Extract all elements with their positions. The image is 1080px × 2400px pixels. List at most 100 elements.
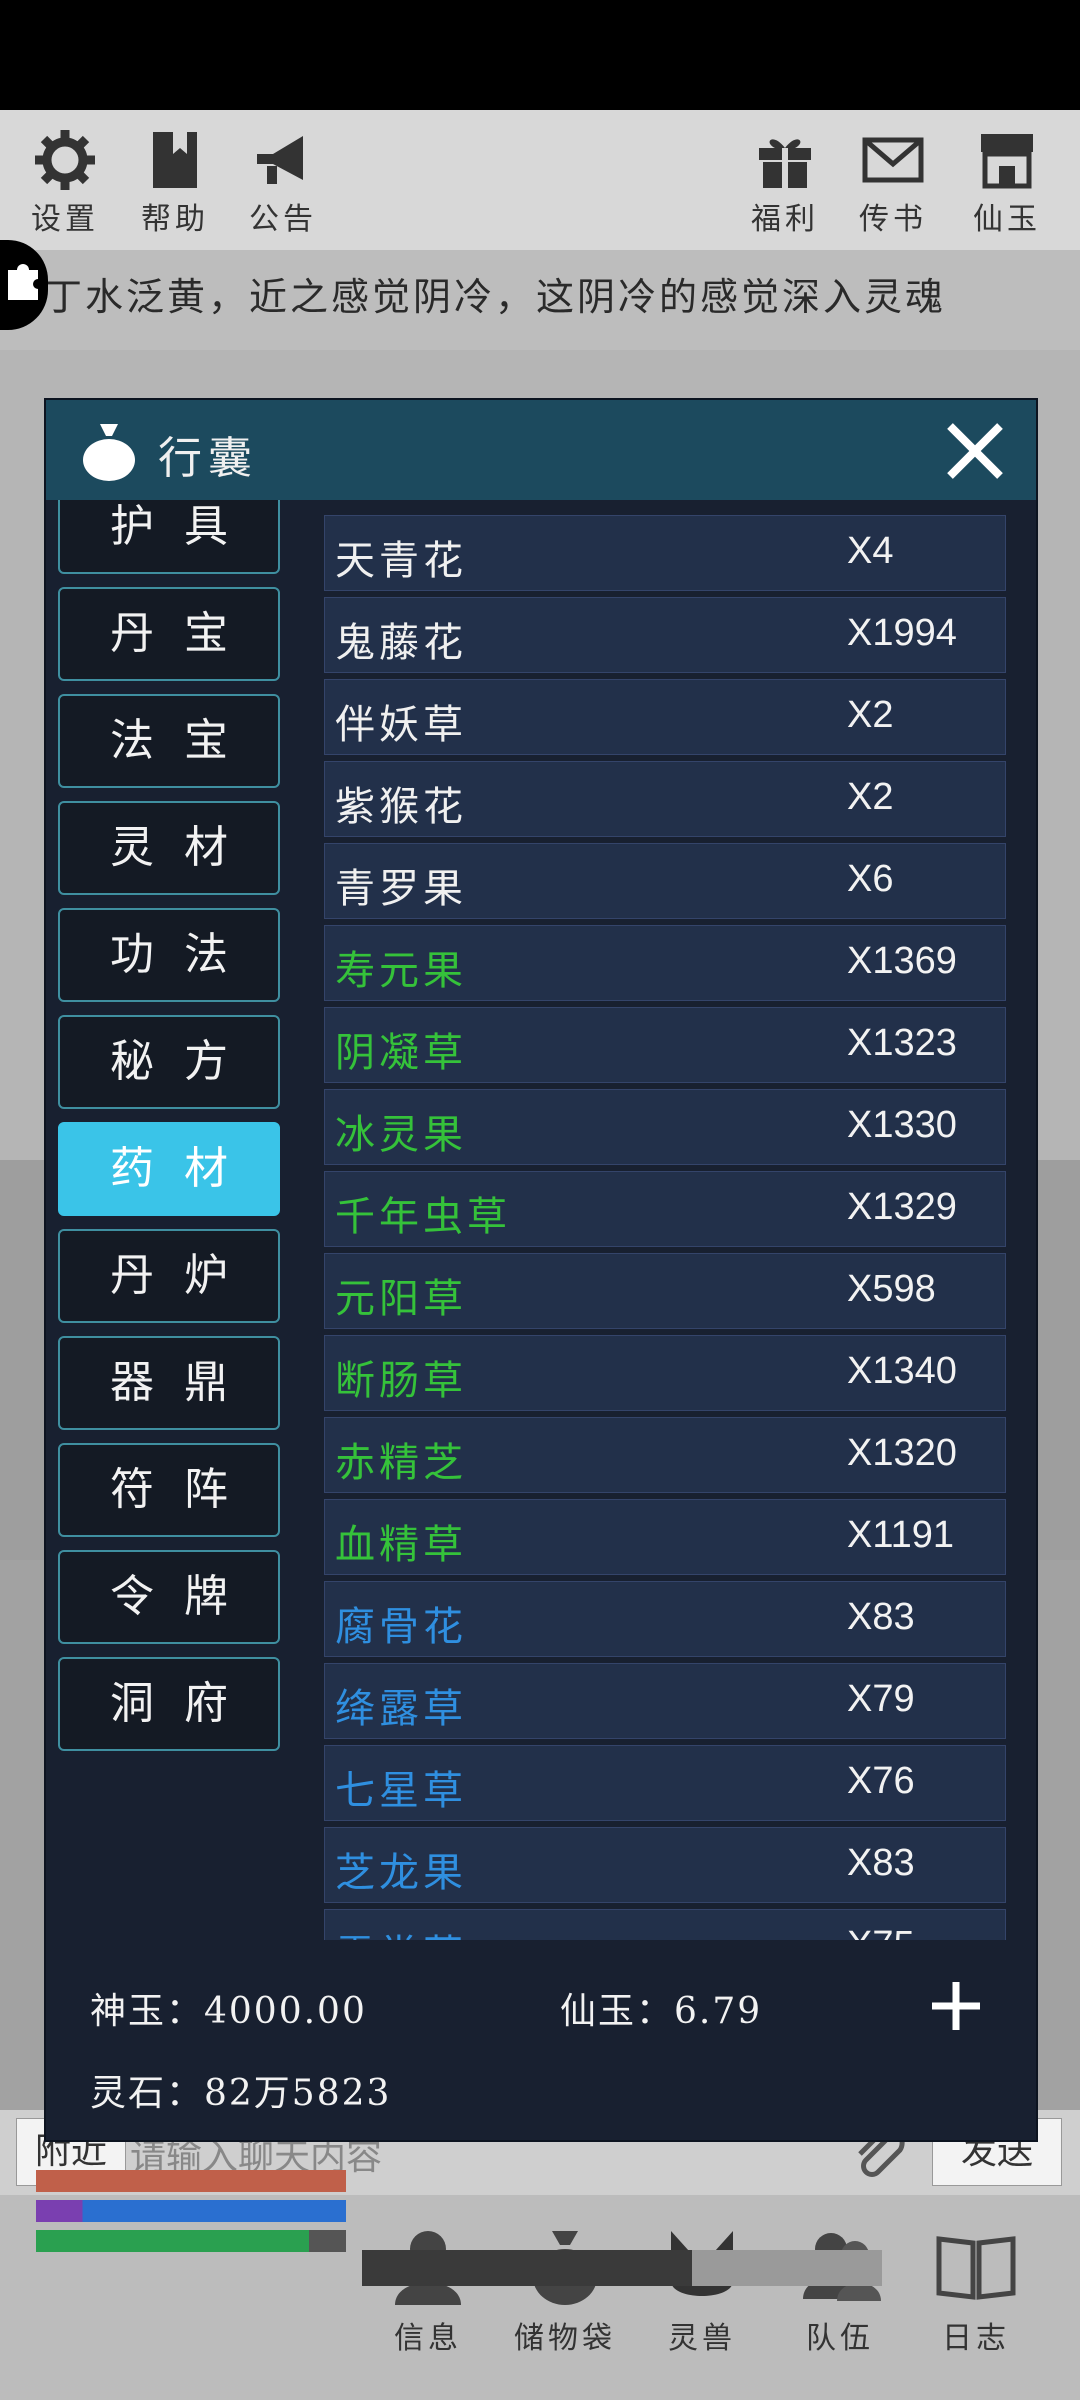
category-tab[interactable]: 功法 (58, 908, 280, 1002)
category-list[interactable]: 护具丹宝法宝灵材功法秘方药材丹炉器鼎符阵令牌洞府 (46, 500, 301, 1940)
category-tab[interactable]: 器鼎 (58, 1336, 280, 1430)
item-row[interactable]: 寿元果 X1369 (324, 925, 1006, 1001)
settings-button[interactable]: 设置 (10, 128, 120, 238)
welfare-label: 福利 (751, 202, 819, 237)
item-quantity: X1320 (847, 1432, 957, 1474)
item-quantity: X83 (847, 1842, 915, 1884)
game-screen: 设置 帮助 公告 福利 传书 仙玉 丁水泛黄，近之感觉阴冷，这阴冷的感觉深入灵魂… (0, 0, 1080, 2400)
item-row[interactable]: 腐骨花 X83 (324, 1581, 1006, 1657)
item-quantity: X1329 (847, 1186, 957, 1228)
item-row[interactable]: 阴凝草 X1323 (324, 1007, 1006, 1083)
item-row[interactable]: 紫猴花 X2 (324, 761, 1006, 837)
story-text: 丁水泛黄，近之感觉阴冷，这阴冷的感觉深入灵魂 (44, 275, 947, 319)
currency-footer: 神玉：4000.00 仙玉：6.79 灵石：82万5823 (46, 1940, 1036, 2140)
item-row[interactable]: 芝龙果 X83 (324, 1827, 1006, 1903)
category-tab[interactable]: 药材 (58, 1122, 280, 1216)
nav-team[interactable]: 队伍 (780, 2221, 900, 2357)
item-row[interactable]: 伴妖草 X2 (324, 679, 1006, 755)
item-name: 阴凝草 (335, 1030, 467, 1076)
nav-info-label: 信息 (394, 2321, 462, 2356)
item-quantity: X79 (847, 1678, 915, 1720)
shop-button[interactable]: 仙玉 (952, 128, 1062, 238)
item-quantity: X1191 (847, 1514, 955, 1556)
item-list[interactable]: 天青花 X4 鬼藤花 X1994 伴妖草 X2 紫猴花 X2 青罗果 X6 寿元果 X1369 阴凝草 X… (316, 500, 1016, 1940)
nav-info[interactable]: 信息 (368, 2221, 488, 2357)
item-name: 七星草 (335, 1768, 467, 1814)
item-quantity: X2 (847, 694, 894, 736)
megaphone-icon (257, 136, 303, 184)
item-row[interactable]: 绛露草 X79 (324, 1663, 1006, 1739)
nav-log[interactable]: 日志 (916, 2221, 1036, 2357)
item-row[interactable]: 元阳草 X598 (324, 1253, 1006, 1329)
item-row[interactable]: 七星草 X76 (324, 1745, 1006, 1821)
item-name: 青罗果 (335, 866, 467, 912)
close-icon[interactable] (944, 420, 1006, 482)
item-row[interactable]: 青罗果 X6 (324, 843, 1006, 919)
item-row[interactable]: 天青花 X4 (324, 515, 1006, 591)
help-label: 帮助 (141, 202, 209, 237)
modal-title: 行囊 (158, 433, 258, 484)
item-name: 血精草 (335, 1522, 467, 1568)
item-name: 赤精芝 (335, 1440, 467, 1486)
item-name: 紫猴花 (335, 784, 467, 830)
item-row[interactable]: 血精草 X1191 (324, 1499, 1006, 1575)
category-tab[interactable]: 灵材 (58, 801, 280, 895)
item-row[interactable]: 赤精芝 X1320 (324, 1417, 1006, 1493)
modal-header: 行囊 (46, 400, 1036, 500)
item-row[interactable]: 千年虫草 X1329 (324, 1171, 1006, 1247)
item-quantity: X1994 (847, 612, 957, 654)
item-quantity: X1330 (847, 1104, 957, 1146)
lingshi-balance: 灵石：82万5823 (90, 2073, 392, 2114)
notice-button[interactable]: 公告 (228, 128, 338, 238)
item-row[interactable]: 断肠草 X1340 (324, 1335, 1006, 1411)
plus-icon[interactable] (926, 1976, 986, 2036)
category-tab[interactable]: 护具 (58, 500, 280, 574)
item-name: 断肠草 (335, 1358, 467, 1404)
item-name: 绛露草 (335, 1686, 467, 1732)
settings-label: 设置 (31, 202, 99, 237)
item-quantity: X1323 (847, 1022, 957, 1064)
category-tab[interactable]: 秘方 (58, 1015, 280, 1109)
mail-button[interactable]: 传书 (838, 128, 948, 238)
shenyu-balance: 神玉：4000.00 (90, 1991, 367, 2032)
open-book-icon (936, 2236, 1016, 2300)
item-quantity: X4 (847, 530, 894, 572)
item-row[interactable]: 雪棠草 X75 (324, 1909, 1006, 1940)
help-button[interactable]: 帮助 (120, 128, 230, 238)
status-bar (0, 0, 1080, 110)
nav-team-label: 队伍 (806, 2321, 874, 2356)
item-name: 腐骨花 (335, 1604, 467, 1650)
item-quantity: X1340 (847, 1350, 957, 1392)
category-tab[interactable]: 丹炉 (58, 1229, 280, 1323)
item-name: 天青花 (335, 538, 467, 584)
category-tab[interactable]: 令牌 (58, 1550, 280, 1644)
item-name: 芝龙果 (335, 1850, 467, 1896)
hp-bar (36, 2170, 346, 2192)
item-name: 千年虫草 (335, 1194, 511, 1240)
item-quantity: X76 (847, 1760, 915, 1802)
item-name: 伴妖草 (335, 702, 467, 748)
category-tab[interactable]: 符阵 (58, 1443, 280, 1537)
item-quantity: X598 (847, 1268, 936, 1310)
item-quantity: X6 (847, 858, 894, 900)
nav-pet[interactable]: 灵兽 (642, 2221, 762, 2357)
nav-storage[interactable]: 储物袋 (505, 2221, 625, 2357)
page-scroll-thumb[interactable] (362, 2250, 692, 2286)
item-row[interactable]: 冰灵果 X1330 (324, 1089, 1006, 1165)
item-name: 冰灵果 (335, 1112, 467, 1158)
puzzle-icon (8, 264, 42, 300)
nav-pet-label: 灵兽 (668, 2321, 736, 2356)
money-bag-icon (83, 424, 135, 481)
category-tab[interactable]: 丹宝 (58, 587, 280, 681)
item-quantity: X75 (847, 1924, 915, 1940)
category-tab[interactable]: 法宝 (58, 694, 280, 788)
mp-bar (36, 2200, 346, 2222)
story-panel: 丁水泛黄，近之感觉阴冷，这阴冷的感觉深入灵魂 。 (0, 250, 1080, 376)
nav-storage-label: 储物袋 (514, 2321, 616, 2356)
category-tab[interactable]: 洞府 (58, 1657, 280, 1751)
mail-label: 传书 (859, 202, 927, 237)
welfare-button[interactable]: 福利 (730, 128, 840, 238)
top-bar: 设置 帮助 公告 福利 传书 仙玉 (0, 110, 1080, 250)
item-row[interactable]: 鬼藤花 X1994 (324, 597, 1006, 673)
gear-icon (35, 130, 95, 190)
